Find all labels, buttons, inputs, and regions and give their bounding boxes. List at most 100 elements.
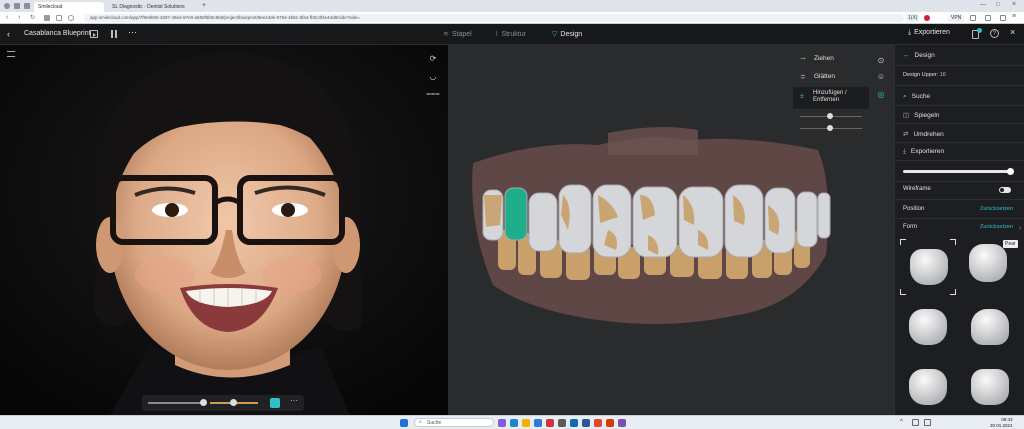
action-exportieren[interactable]: ⤓ Exportieren bbox=[903, 148, 944, 156]
drag-icon: ⇀ bbox=[800, 56, 806, 63]
chevron-right-icon[interactable]: › bbox=[1019, 225, 1021, 232]
step-design[interactable]: ▽ Design bbox=[552, 30, 582, 38]
teeth-tool-icon[interactable]: ⩶ bbox=[426, 87, 440, 101]
app-icon[interactable] bbox=[618, 419, 626, 427]
tool-ziehen[interactable]: ⇀ Ziehen bbox=[800, 53, 872, 69]
windows-start-icon[interactable] bbox=[400, 419, 408, 427]
forward-icon[interactable]: › bbox=[18, 14, 20, 21]
step-stapel[interactable]: ≋ Stapel bbox=[443, 30, 472, 38]
tool-hinzufuegen-entfernen[interactable]: ± Hinzufügen / Entfernen bbox=[793, 87, 869, 109]
taskbar-clock[interactable]: 09:43 30.01.2024 bbox=[990, 417, 1013, 429]
browser-menu-icon[interactable]: ≡ bbox=[1012, 13, 1016, 20]
position-reset-link[interactable]: Zurücksetzen bbox=[980, 206, 1013, 212]
maximize-icon[interactable]: □ bbox=[996, 2, 1000, 8]
tab-smilecloud[interactable]: Smilecloud bbox=[34, 2, 104, 12]
new-tab-icon[interactable]: + bbox=[202, 2, 206, 9]
tooth-view-icon[interactable]: ⊙ bbox=[874, 53, 888, 67]
mirror-icon: ◫ bbox=[903, 112, 910, 119]
volume-icon[interactable] bbox=[924, 419, 931, 426]
rotate-tool-icon[interactable]: ⟳ bbox=[426, 51, 440, 65]
scale-slider-thumb[interactable] bbox=[1007, 168, 1014, 175]
opacity-slider-track[interactable] bbox=[148, 402, 204, 404]
zoom-level[interactable]: 1(X) bbox=[906, 14, 920, 22]
url-input[interactable]: app.smilecloud.com/app/7f8e9b05-3287-49e… bbox=[84, 14, 904, 22]
minimize-icon[interactable]: — bbox=[980, 2, 986, 8]
form-thumb[interactable] bbox=[963, 303, 1021, 353]
view-toggle-icon[interactable] bbox=[270, 398, 280, 408]
compare-icon[interactable] bbox=[110, 30, 118, 38]
extensions-icon[interactable] bbox=[970, 15, 976, 21]
form-thumb-selected[interactable] bbox=[899, 238, 957, 296]
edge-icon[interactable] bbox=[510, 419, 518, 427]
help-icon[interactable]: ? bbox=[990, 29, 999, 38]
tray-chevron-icon[interactable]: ^ bbox=[900, 419, 903, 425]
app-icon[interactable] bbox=[594, 419, 602, 427]
adblock-icon[interactable] bbox=[924, 15, 930, 21]
brave-icon[interactable] bbox=[546, 419, 554, 427]
vpn-badge[interactable]: VPN bbox=[948, 14, 965, 22]
app-icon[interactable] bbox=[558, 419, 566, 427]
word-icon[interactable] bbox=[582, 419, 590, 427]
target-icon[interactable]: ◎ bbox=[874, 87, 888, 101]
store-icon[interactable] bbox=[534, 419, 542, 427]
step-label: Stapel bbox=[451, 31, 472, 38]
tab-sl-diagnostic[interactable]: SL Diagnostic · Dentist Solutions bbox=[108, 2, 198, 12]
more-options-icon[interactable]: ··· bbox=[290, 396, 298, 405]
action-label: Exportieren bbox=[910, 148, 945, 155]
smooth-icon: ≑ bbox=[800, 74, 806, 81]
lip-tool-icon[interactable]: ◡ bbox=[426, 69, 440, 83]
form-thumb[interactable] bbox=[899, 303, 957, 353]
wireframe-toggle[interactable] bbox=[999, 187, 1011, 193]
form-thumb-pear[interactable]: Pear bbox=[963, 238, 1021, 296]
download-icon: ⤓ bbox=[903, 148, 906, 155]
divider bbox=[895, 199, 1024, 200]
wallet-icon[interactable] bbox=[1000, 15, 1006, 21]
form-thumb[interactable] bbox=[963, 363, 1021, 413]
outlook-icon[interactable] bbox=[570, 419, 578, 427]
back-to-design[interactable]: ← Design bbox=[903, 52, 935, 59]
workspace-icon[interactable] bbox=[24, 3, 30, 9]
design-upper-value: 16 bbox=[939, 72, 946, 78]
action-suche[interactable]: ⌕ Suche bbox=[903, 93, 930, 101]
wifi-icon[interactable] bbox=[912, 419, 919, 426]
action-umdrehen[interactable]: ⇄ Umdrehen bbox=[903, 130, 944, 138]
face-photo-panel: ⟳ ◡ ⩶ ··· bbox=[0, 45, 448, 415]
back-arrow-icon[interactable]: ‹ bbox=[7, 29, 10, 39]
action-spiegeln[interactable]: ◫ Spiegeln bbox=[903, 111, 939, 119]
scale-slider[interactable] bbox=[903, 170, 1011, 173]
close-window-icon[interactable]: × bbox=[1012, 1, 1016, 8]
brightness-slider-thumb[interactable] bbox=[230, 399, 237, 406]
site-info-icon[interactable] bbox=[68, 15, 74, 21]
brush-size-thumb[interactable] bbox=[827, 113, 833, 119]
step-struktur[interactable]: ⌇ Struktur bbox=[495, 30, 526, 38]
taskbar-search[interactable]: ⌕ Suche bbox=[414, 418, 494, 427]
teams-icon[interactable] bbox=[498, 419, 506, 427]
search-icon: ⌕ bbox=[419, 419, 422, 425]
dental-3d-view[interactable]: ⇀ Ziehen ≑ Glätten ± Hinzufügen / Entfer… bbox=[448, 45, 894, 415]
panel-title: Design bbox=[914, 52, 935, 59]
form-reset-link[interactable]: Zurücksetzen bbox=[980, 224, 1013, 230]
opacity-slider-thumb[interactable] bbox=[200, 399, 207, 406]
sidebar-icon[interactable] bbox=[985, 15, 991, 21]
face-view-icon[interactable]: ☺ bbox=[874, 69, 888, 83]
menu-icon[interactable] bbox=[7, 51, 15, 57]
design-upper-label: Design Upper: bbox=[903, 72, 939, 78]
play-icon[interactable] bbox=[90, 30, 98, 38]
brush-strength-thumb[interactable] bbox=[827, 125, 833, 131]
back-icon[interactable]: ‹ bbox=[6, 14, 8, 21]
powerpoint-icon[interactable] bbox=[606, 419, 614, 427]
split-view-icon[interactable] bbox=[56, 15, 62, 21]
browser-menu-icon[interactable] bbox=[4, 3, 10, 9]
tool-glaetten[interactable]: ≑ Glätten bbox=[800, 71, 872, 87]
form-thumb[interactable] bbox=[899, 363, 957, 413]
design-upper-info: Design Upper: 16 bbox=[903, 72, 946, 78]
file-explorer-icon[interactable] bbox=[522, 419, 530, 427]
back-arrow-icon: ← bbox=[903, 52, 910, 59]
close-icon[interactable]: × bbox=[1010, 27, 1015, 37]
design-panel: ← Design Design Upper: 16 ⌕ Suche ◫ Spiegel… bbox=[894, 45, 1024, 415]
tab-actions-icon[interactable] bbox=[14, 3, 20, 9]
home-icon[interactable] bbox=[44, 15, 50, 21]
reload-icon[interactable]: ↻ bbox=[30, 14, 35, 21]
more-options-icon[interactable]: ··· bbox=[128, 27, 137, 37]
export-button[interactable]: ⤓ Exportieren bbox=[908, 29, 950, 37]
